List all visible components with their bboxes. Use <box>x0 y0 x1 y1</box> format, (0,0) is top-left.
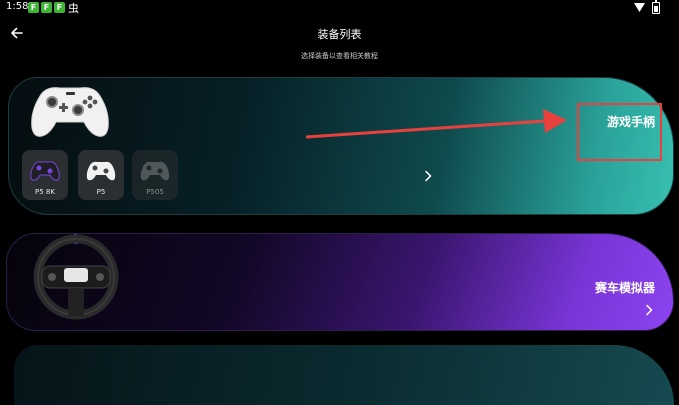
annotation-highlight-box <box>577 103 662 161</box>
annotation-arrow <box>305 109 567 139</box>
